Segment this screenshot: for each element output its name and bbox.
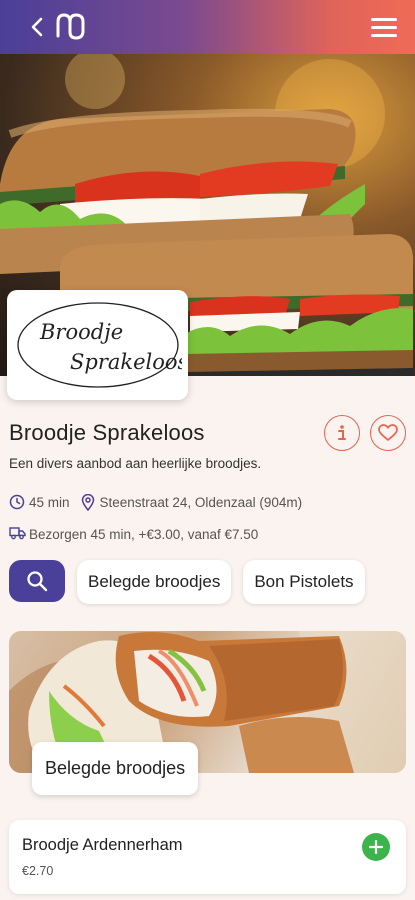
favorite-button[interactable] bbox=[370, 415, 406, 451]
add-to-cart-button[interactable] bbox=[362, 833, 390, 861]
info-icon bbox=[338, 425, 346, 440]
restaurant-name: Broodje Sprakeloos bbox=[9, 420, 205, 445]
search-button[interactable] bbox=[9, 560, 65, 602]
menu-line bbox=[371, 25, 397, 29]
section-title: Belegde broodjes bbox=[32, 742, 199, 795]
heart-icon bbox=[378, 424, 398, 441]
delivery-truck-icon bbox=[9, 526, 26, 543]
product-name: Broodje Ardennerham bbox=[22, 836, 183, 854]
broodje-sprakeloos-logo: Broodje Sprakeloos bbox=[16, 302, 182, 388]
header-left bbox=[30, 10, 88, 44]
menu-line bbox=[371, 33, 397, 37]
delivery-info: Bezorgen 45 min, +€3.00, vanaf €7.50 bbox=[9, 526, 258, 543]
address: Steenstraat 24, Oldenzaal (904m) bbox=[99, 495, 303, 510]
restaurant-logo: Broodje Sprakeloos bbox=[7, 290, 188, 400]
restaurant-description: Een divers aanbod aan heerlijke broodjes… bbox=[9, 456, 262, 471]
hamburger-menu-icon[interactable] bbox=[371, 14, 397, 40]
restaurant-meta: 45 min Steenstraat 24, Oldenzaal (904m) bbox=[9, 494, 302, 511]
logo-text-line1: Broodje bbox=[39, 320, 123, 344]
info-button[interactable] bbox=[324, 415, 360, 451]
app-logo-icon[interactable] bbox=[54, 10, 88, 44]
search-icon bbox=[27, 571, 48, 592]
delivery-time: 45 min bbox=[29, 495, 70, 510]
category-chip-belegde-broodjes[interactable]: Belegde broodjes bbox=[77, 560, 232, 604]
top-bar bbox=[0, 0, 415, 54]
category-chip-bon-pistolets[interactable]: Bon Pistolets bbox=[243, 560, 365, 604]
logo-text-line2: Sprakeloos bbox=[70, 350, 182, 374]
plus-icon bbox=[369, 840, 383, 854]
product-price: €2.70 bbox=[22, 864, 54, 878]
delivery-details: Bezorgen 45 min, +€3.00, vanaf €7.50 bbox=[29, 527, 259, 542]
menu-line bbox=[371, 17, 397, 21]
chevron-left-icon[interactable] bbox=[30, 15, 48, 39]
product-card[interactable]: Broodje Ardennerham €2.70 bbox=[9, 820, 406, 894]
clock-icon bbox=[9, 494, 26, 511]
location-pin-icon bbox=[80, 494, 97, 511]
category-nav: Belegde broodjes Bon Pistolets bbox=[9, 560, 365, 604]
